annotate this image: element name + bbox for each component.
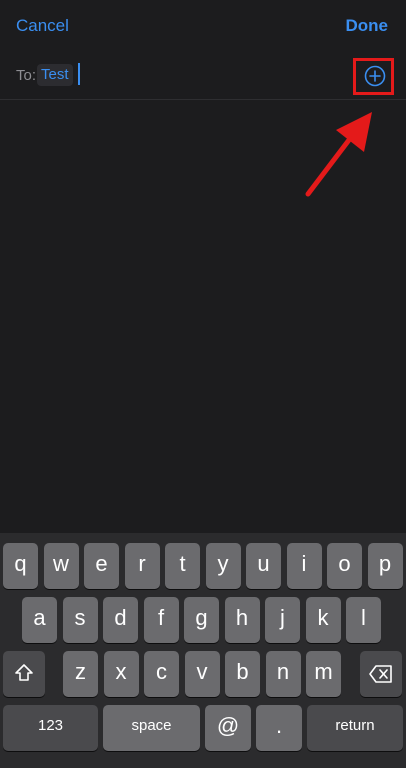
- done-button[interactable]: Done: [346, 16, 389, 36]
- delete-key[interactable]: [360, 651, 402, 697]
- return-key[interactable]: return: [307, 705, 403, 751]
- arrow-icon: [305, 112, 372, 197]
- key-q[interactable]: q: [3, 543, 38, 589]
- key-d[interactable]: d: [103, 597, 138, 643]
- key-y[interactable]: y: [205, 543, 241, 589]
- at-key[interactable]: @: [205, 705, 251, 751]
- key-s[interactable]: s: [62, 597, 98, 643]
- key-u[interactable]: u: [246, 543, 281, 589]
- key-a[interactable]: a: [22, 597, 57, 643]
- to-field-row[interactable]: To: Test: [0, 52, 406, 100]
- key-f[interactable]: f: [143, 597, 179, 643]
- key-k[interactable]: k: [305, 597, 341, 643]
- keyboard: q w e r t y u i o p a s d f g h j k l z x c v b n m 123 space @. retu…: [0, 533, 406, 768]
- to-label: To:: [16, 67, 37, 84]
- key-r[interactable]: r: [124, 543, 160, 589]
- cancel-button[interactable]: Cancel: [16, 16, 69, 36]
- shift-key[interactable]: [3, 651, 45, 697]
- key-i[interactable]: i: [286, 543, 322, 589]
- key-j[interactable]: j: [265, 597, 300, 643]
- shift-icon: [15, 664, 33, 681]
- key-c[interactable]: c: [144, 651, 179, 697]
- period-key[interactable]: .: [256, 705, 302, 751]
- key-n[interactable]: n: [265, 651, 301, 697]
- navigation-bar: Cancel Done: [0, 0, 406, 52]
- backspace-icon: [369, 665, 392, 683]
- key-w[interactable]: w: [43, 543, 79, 589]
- key-x[interactable]: x: [103, 651, 139, 697]
- key-e[interactable]: e: [84, 543, 119, 589]
- highlight-box: [353, 58, 394, 95]
- text-caret: [78, 63, 80, 85]
- key-z[interactable]: z: [63, 651, 98, 697]
- key-t[interactable]: t: [165, 543, 200, 589]
- key-l[interactable]: l: [346, 597, 381, 643]
- key-p[interactable]: p: [367, 543, 403, 589]
- key-h[interactable]: h: [224, 597, 260, 643]
- key-o[interactable]: o: [327, 543, 362, 589]
- key-g[interactable]: g: [184, 597, 219, 643]
- numbers-key[interactable]: 123: [3, 705, 98, 751]
- key-m[interactable]: m: [306, 651, 341, 697]
- key-v[interactable]: v: [184, 651, 220, 697]
- space-key[interactable]: space: [103, 705, 200, 751]
- recipient-chip[interactable]: Test: [37, 64, 73, 86]
- key-b[interactable]: b: [225, 651, 260, 697]
